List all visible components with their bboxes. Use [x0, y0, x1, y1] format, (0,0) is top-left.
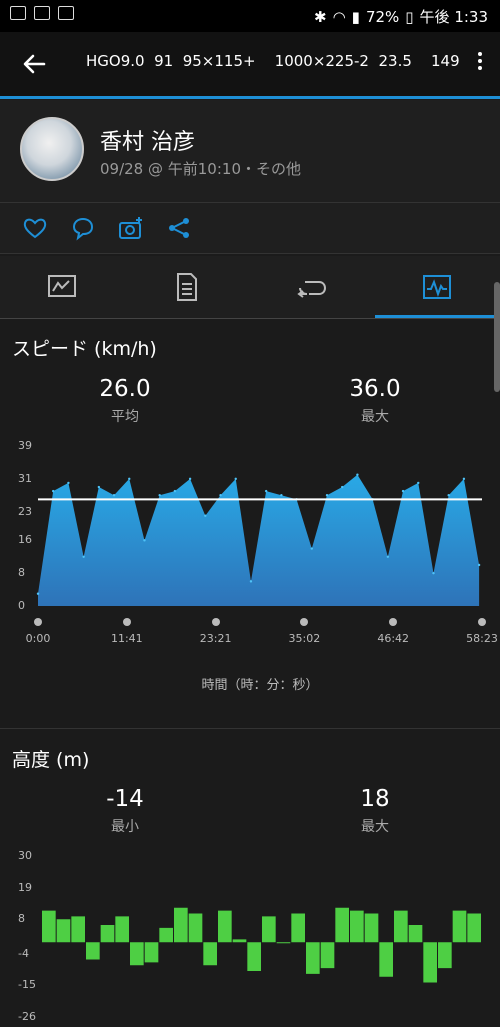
- speed-point: [234, 477, 237, 481]
- speed-point: [264, 489, 268, 493]
- speed-point: [82, 555, 85, 558]
- elevation-minimum: -14 最小: [50, 786, 200, 836]
- speed-point: [477, 563, 481, 567]
- speed-point: [249, 580, 253, 583]
- speed-point: [143, 539, 146, 542]
- elevation-bar: [276, 942, 291, 944]
- speed-point: [158, 494, 161, 497]
- elevation-y-tick: -15: [18, 978, 36, 992]
- elevation-bar: [335, 907, 349, 943]
- elevation-bar: [423, 942, 437, 983]
- speed-series-area: [38, 474, 480, 606]
- speed-x-tick: 35:02: [288, 632, 321, 645]
- elevation-bar: [394, 910, 408, 943]
- elevation-bar: [203, 942, 217, 966]
- elevation-bar: [42, 910, 56, 943]
- speed-x-tick-marker: [478, 618, 486, 626]
- elevation-bar: [115, 916, 129, 943]
- speed-x-tick: 23:21: [199, 632, 232, 645]
- elevation-y-tick: 30: [18, 849, 32, 862]
- elevation-bar: [218, 910, 232, 943]
- elevation-bar: [130, 942, 144, 966]
- elevation-y-tick: -26: [18, 1010, 36, 1023]
- elevation-bar: [232, 939, 247, 943]
- elevation-bar: [379, 942, 393, 977]
- speed-point: [219, 494, 222, 497]
- elevation-bar: [144, 942, 159, 963]
- elevation-bar: [174, 907, 188, 943]
- speed-point: [173, 489, 177, 493]
- elevation-y-tick: -4: [18, 946, 29, 960]
- elevation-bar: [364, 913, 379, 943]
- elevation-bar: [188, 913, 203, 943]
- speed-x-tick: 0:00: [25, 632, 51, 645]
- speed-point: [112, 494, 116, 497]
- speed-point: [432, 571, 435, 575]
- elevation-bar: [56, 919, 71, 943]
- speed-point: [36, 592, 40, 595]
- speed-point: [52, 489, 55, 493]
- speed-point: [204, 514, 207, 517]
- speed-point: [447, 494, 450, 497]
- elevation-minimum-label: 最小: [111, 819, 139, 835]
- elevation-bar: [159, 927, 173, 943]
- elevation-minimum-value: -14: [106, 786, 144, 812]
- speed-x-tick-marker: [211, 618, 220, 626]
- speed-point: [356, 473, 359, 476]
- speed-chart: [36, 473, 482, 983]
- speed-point: [386, 555, 390, 558]
- elevation-bar: [291, 913, 305, 943]
- elevation-bar: [438, 942, 452, 969]
- speed-point: [97, 485, 101, 489]
- speed-x-tick: 11:41: [110, 632, 143, 645]
- elevation-bar: [71, 916, 85, 943]
- speed-point: [188, 477, 192, 481]
- elevation-bar: [247, 942, 261, 971]
- elevation-bar: [452, 910, 467, 943]
- speed-point: [310, 547, 313, 550]
- elevation-bar: [350, 910, 364, 943]
- elevation-bar: [408, 925, 423, 943]
- speed-point: [462, 477, 466, 481]
- elevation-bar: [86, 942, 100, 960]
- speed-x-tick-marker: [300, 618, 309, 626]
- elevation-y-tick: 8: [18, 912, 25, 926]
- elevation-maximum-label: 最大: [361, 819, 389, 835]
- elevation-maximum: 18 最大: [300, 786, 450, 836]
- speed-point: [128, 477, 131, 481]
- speed-point: [325, 494, 329, 497]
- elevation-bar: [100, 925, 115, 943]
- speed-point: [401, 489, 405, 493]
- section-divider: [0, 728, 500, 729]
- elevation-bar: [467, 913, 481, 943]
- speed-point: [341, 485, 344, 489]
- speed-point: [280, 494, 283, 497]
- speed-x-tick-marker: [389, 618, 398, 626]
- speed-point: [67, 481, 70, 485]
- elevation-bar: [320, 942, 335, 969]
- elevation-title: 高度 (m): [12, 749, 90, 771]
- elevation-maximum-value: 18: [360, 786, 390, 812]
- elevation-y-tick: 19: [18, 880, 32, 894]
- elevation-bar: [306, 942, 320, 974]
- speed-x-tick: 46:42: [377, 632, 410, 645]
- speed-x-tick: 58:23: [466, 632, 498, 645]
- speed-x-axis-caption: 時間（時：分：秒）: [201, 678, 319, 693]
- speed-x-tick-marker: [34, 618, 42, 626]
- speed-x-tick-marker: [122, 618, 131, 626]
- elevation-bar: [262, 916, 276, 943]
- speed-point: [417, 481, 420, 485]
